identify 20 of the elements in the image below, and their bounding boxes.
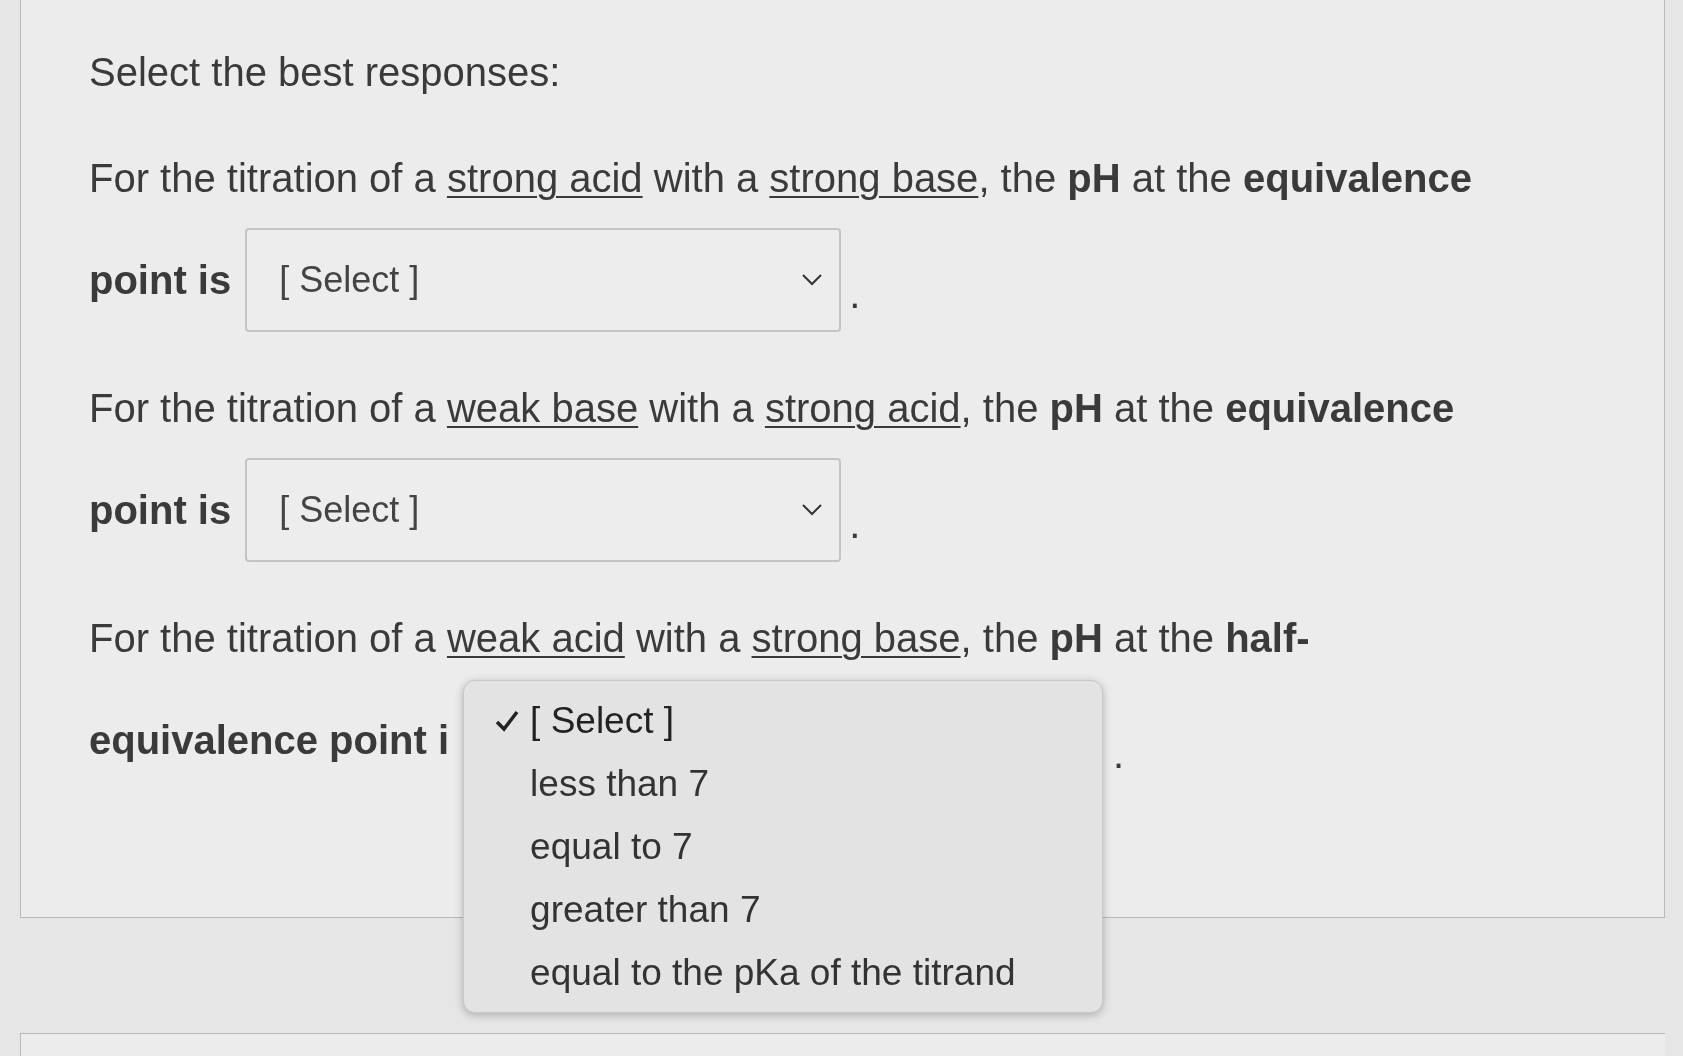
question-text: For the titration of a strong acid with a strong base, the pH at the equivalence bbox=[89, 155, 1472, 202]
dropdown-option[interactable]: equal to the pKa of the titrand bbox=[464, 941, 1103, 1004]
period-text: . bbox=[849, 271, 861, 318]
chevron-down-icon bbox=[801, 503, 824, 517]
instruction-text: Select the best responses: bbox=[89, 49, 561, 96]
question-text: point is bbox=[89, 487, 232, 534]
question-text: For the titration of a weak base with a strong acid, the pH at the equivalence bbox=[89, 385, 1455, 432]
chevron-down-icon bbox=[801, 273, 824, 287]
dropdown-option[interactable]: less than 7 bbox=[464, 752, 1103, 815]
period-text: . bbox=[1113, 731, 1125, 778]
dropdown-option[interactable]: equal to 7 bbox=[464, 815, 1103, 878]
dropdown-option[interactable]: greater than 7 bbox=[464, 878, 1103, 941]
answer-select[interactable]: [ Select ] bbox=[245, 228, 842, 332]
question-text: point is bbox=[89, 257, 232, 304]
period-text: . bbox=[849, 501, 861, 548]
answer-select[interactable]: [ Select ] bbox=[245, 458, 842, 562]
question-text: For the titration of a weak acid with a strong base, the pH at the half- bbox=[89, 615, 1310, 662]
dropdown-option[interactable]: [ Select ] bbox=[464, 689, 1103, 752]
question-text: equivalence point i bbox=[89, 717, 450, 764]
checkmark-icon bbox=[494, 708, 521, 733]
